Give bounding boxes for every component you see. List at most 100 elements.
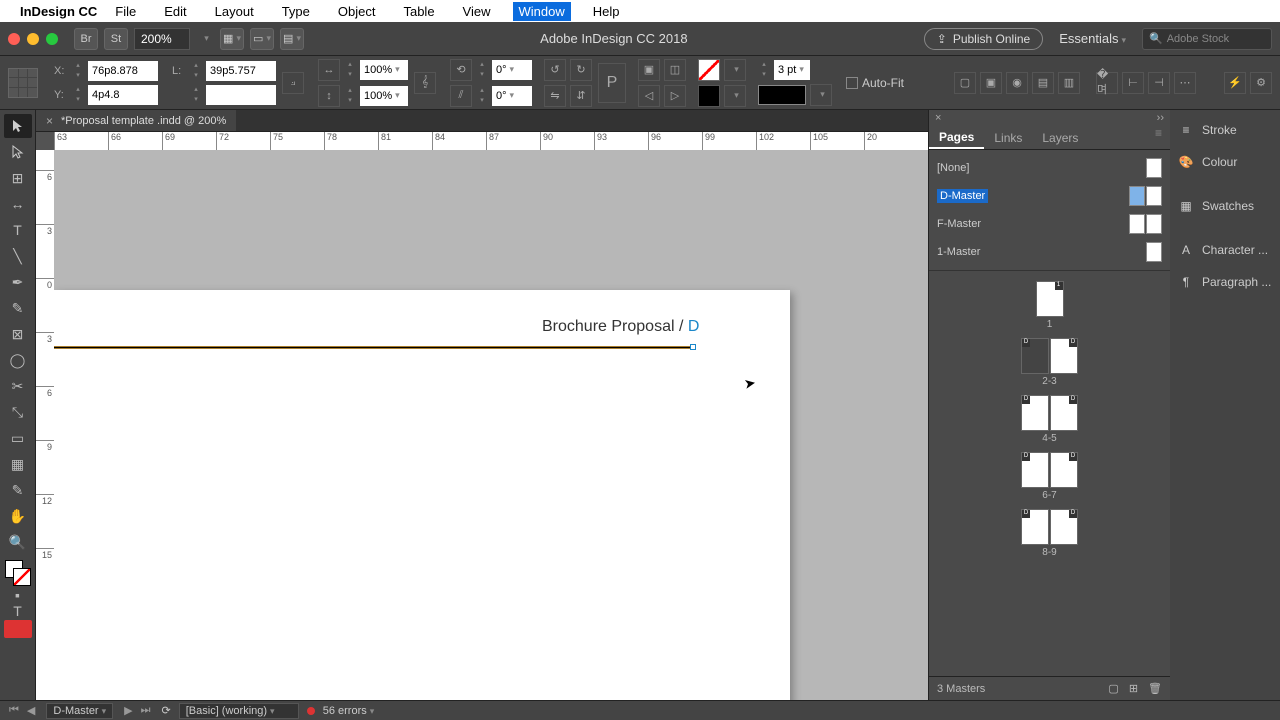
- menu-type[interactable]: Type: [276, 2, 316, 21]
- tab-layers[interactable]: Layers: [1032, 126, 1088, 149]
- eyedropper-tool[interactable]: ✎: [4, 478, 32, 502]
- header-rule[interactable]: [54, 346, 694, 349]
- link-scale-icon[interactable]: 𝄞: [414, 72, 436, 94]
- menu-table[interactable]: Table: [397, 2, 440, 21]
- panel-collapse-icon[interactable]: ››: [1157, 112, 1164, 124]
- scissors-tool[interactable]: ✂: [4, 374, 32, 398]
- w-stepper[interactable]: ▴▾: [190, 61, 202, 81]
- tab-close-icon[interactable]: ×: [46, 114, 53, 128]
- flip-v-icon[interactable]: ⇵: [570, 85, 592, 107]
- preflight-profile[interactable]: [Basic] (working): [179, 703, 299, 719]
- ellipse-tool[interactable]: ◯: [4, 348, 32, 372]
- formatting-container-icon[interactable]: T: [4, 604, 32, 618]
- shear-field[interactable]: 0°: [492, 86, 532, 106]
- app-name[interactable]: InDesign CC: [20, 4, 97, 19]
- menu-file[interactable]: File: [109, 2, 142, 21]
- rotate-cw-icon[interactable]: ↻: [570, 59, 592, 81]
- apply-none-icon[interactable]: [4, 620, 32, 638]
- publish-online-button[interactable]: ⇪ Publish Online: [924, 28, 1043, 50]
- fill-swatch[interactable]: [698, 59, 720, 81]
- page-spread[interactable]: 11: [1036, 281, 1064, 330]
- align-center-icon[interactable]: ⊢: [1122, 72, 1144, 94]
- h-stepper[interactable]: ▴▾: [190, 85, 202, 105]
- new-page-icon[interactable]: ⊞: [1129, 682, 1138, 695]
- delete-page-icon[interactable]: 🗑: [1148, 682, 1162, 695]
- scale-x-field[interactable]: 100%: [360, 60, 408, 80]
- y-field[interactable]: 4p4.8: [88, 85, 158, 105]
- page-spread[interactable]: DD6-7: [1021, 452, 1078, 501]
- first-page-icon[interactable]: ⏮: [6, 704, 22, 717]
- page-spread[interactable]: DD4-5: [1021, 395, 1078, 444]
- header-text-frame[interactable]: Brochure Proposal / D: [542, 318, 699, 336]
- vertical-ruler[interactable]: 6303691215: [36, 150, 54, 700]
- stock-button[interactable]: St: [104, 28, 128, 50]
- dock-stroke[interactable]: ≡Stroke: [1170, 114, 1280, 146]
- page-nav[interactable]: ⏮◀: [6, 704, 38, 717]
- zoom-window-button[interactable]: [46, 33, 58, 45]
- page-nav-fwd[interactable]: ▶⏭: [121, 704, 153, 717]
- screen-mode-button[interactable]: ▭: [250, 28, 274, 50]
- rectangle-frame-tool[interactable]: ⊠: [4, 322, 32, 346]
- select-prev-icon[interactable]: ◁: [638, 85, 660, 107]
- menu-view[interactable]: View: [457, 2, 497, 21]
- stroke-color-icon[interactable]: [698, 85, 720, 107]
- preflight-menu-icon[interactable]: ⟳: [162, 704, 171, 717]
- h-field[interactable]: [206, 85, 276, 105]
- workspace-switcher[interactable]: Essentials: [1059, 31, 1126, 46]
- arrange-button[interactable]: ▤: [280, 28, 304, 50]
- rot-stepper[interactable]: ▴▾: [476, 60, 488, 80]
- x-stepper[interactable]: ▴▾: [72, 61, 84, 81]
- rectangle-tool[interactable]: ▭: [4, 426, 32, 450]
- y-stepper[interactable]: ▴▾: [72, 85, 84, 105]
- document-tab[interactable]: × *Proposal template .indd @ 200%: [36, 110, 236, 131]
- page[interactable]: Brochure Proposal / D: [54, 290, 790, 700]
- menu-layout[interactable]: Layout: [209, 2, 260, 21]
- master-row[interactable]: 1-Master: [929, 238, 1170, 266]
- autofit-checkbox[interactable]: [846, 77, 858, 89]
- x-field[interactable]: 76p8.878: [88, 61, 158, 81]
- select-content-icon[interactable]: ◫: [664, 59, 686, 81]
- flip-h-icon[interactable]: ⇋: [544, 85, 566, 107]
- next-page-icon[interactable]: ▶: [121, 704, 135, 717]
- line-tool[interactable]: ╲: [4, 244, 32, 268]
- canvas[interactable]: Brochure Proposal / D ➤: [54, 150, 928, 700]
- view-options-button[interactable]: ▦: [220, 28, 244, 50]
- sy-stepper[interactable]: ▴▾: [344, 86, 356, 106]
- panel-menu-icon[interactable]: ≡: [1147, 126, 1170, 149]
- direct-selection-tool[interactable]: [4, 140, 32, 164]
- menu-window[interactable]: Window: [513, 2, 571, 21]
- wrap-none-icon[interactable]: ▢: [954, 72, 976, 94]
- stroke-color-dropdown[interactable]: [724, 85, 746, 107]
- menu-edit[interactable]: Edit: [158, 2, 192, 21]
- master-row[interactable]: F-Master: [929, 210, 1170, 238]
- control-menu-icon[interactable]: ⚙: [1250, 72, 1272, 94]
- dock-colour[interactable]: 🎨Colour: [1170, 146, 1280, 178]
- constrain-proportions-icon[interactable]: ⟓: [282, 72, 304, 94]
- wrap-jump-next-icon[interactable]: ▥: [1058, 72, 1080, 94]
- zoom-level-field[interactable]: 200%: [134, 28, 190, 50]
- stroke-style-swatch[interactable]: [758, 85, 806, 105]
- selection-tool[interactable]: [4, 114, 32, 138]
- scale-y-field[interactable]: 100%: [360, 86, 408, 106]
- shear-stepper[interactable]: ▴▾: [476, 86, 488, 106]
- stroke-wt-stepper[interactable]: ▴▾: [758, 60, 770, 80]
- hand-tool[interactable]: ✋: [4, 504, 32, 528]
- reference-point[interactable]: [8, 68, 38, 98]
- selection-handle[interactable]: [690, 344, 696, 350]
- last-page-icon[interactable]: ⏭: [138, 704, 154, 717]
- page-spread[interactable]: DD2-3: [1021, 338, 1078, 387]
- adobe-stock-search[interactable]: 🔍 Adobe Stock: [1142, 28, 1272, 50]
- dock-character[interactable]: ACharacter ...: [1170, 234, 1280, 266]
- tab-pages[interactable]: Pages: [929, 126, 984, 149]
- gap-tool[interactable]: ↔: [4, 192, 32, 216]
- master-row[interactable]: [None]: [929, 154, 1170, 182]
- dock-paragraph[interactable]: ¶Paragraph ...: [1170, 266, 1280, 298]
- wrap-shape-icon[interactable]: ◉: [1006, 72, 1028, 94]
- select-container-icon[interactable]: ▣: [638, 59, 660, 81]
- menu-help[interactable]: Help: [587, 2, 626, 21]
- align-more-icon[interactable]: ⋯: [1174, 72, 1196, 94]
- rotate-field[interactable]: 0°: [492, 60, 532, 80]
- close-window-button[interactable]: [8, 33, 20, 45]
- gradient-tool[interactable]: ▦: [4, 452, 32, 476]
- master-row[interactable]: D-Master: [929, 182, 1170, 210]
